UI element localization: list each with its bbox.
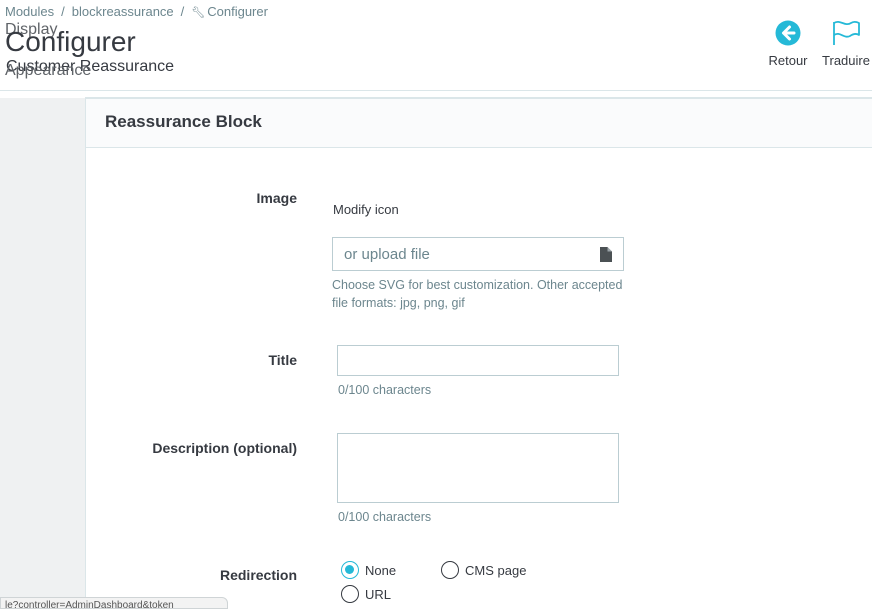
panel-title: Reassurance Block [105, 112, 262, 131]
image-label: Image [256, 190, 297, 206]
redirection-radio-url[interactable] [341, 585, 359, 603]
redirection-option-label: None [365, 563, 397, 578]
translate-button[interactable]: Traduire [820, 20, 872, 68]
overlap-label-appearance: Appearance [5, 62, 92, 79]
breadcrumb-item-module[interactable]: blockreassurance [72, 4, 174, 19]
breadcrumb-separator: / [180, 4, 185, 19]
upload-placeholder: or upload file [344, 246, 430, 263]
redirection-radio-none[interactable] [341, 561, 359, 579]
modify-icon-text[interactable]: Modify icon [333, 202, 399, 217]
file-icon[interactable] [600, 247, 612, 262]
image-help-line: Choose SVG for best customization. Other… [332, 278, 623, 292]
title-label: Title [268, 352, 297, 368]
translate-button-label: Traduire [822, 53, 870, 68]
breadcrumb-item-configure: Configurer [207, 4, 268, 19]
header-divider [0, 90, 872, 91]
redirection-label: Redirection [219, 567, 297, 583]
file-upload-input[interactable]: or upload file [332, 237, 624, 271]
arrow-left-circle-icon [775, 20, 801, 46]
image-help-line: file formats: jpg, png, gif [332, 296, 465, 310]
description-char-counter: 0/100 characters [338, 510, 432, 524]
redirection-option-label: CMS page [465, 563, 527, 578]
sidebar-gutter [0, 98, 85, 606]
redirection-radio-cms-page[interactable] [441, 561, 459, 579]
breadcrumb-item-modules[interactable]: Modules [5, 4, 54, 19]
breadcrumb: Modules / blockreassurance / 🔧︎ Configurer [5, 4, 268, 19]
back-button[interactable]: Retour [766, 20, 810, 68]
page-header: Modules / blockreassurance / 🔧︎ Configurer Di… [0, 0, 872, 90]
page-title: Configurer [5, 26, 136, 57]
flag-icon [833, 20, 860, 45]
wrench-icon: 🔧︎ [191, 7, 206, 19]
description-textarea[interactable] [337, 433, 619, 503]
back-button-label: Retour [768, 53, 808, 68]
browser-status-bar: le?controller=AdminDashboard&token [0, 597, 228, 609]
breadcrumb-separator: / [61, 4, 65, 19]
panel-header: Reassurance Block [86, 99, 872, 148]
image-help-text: Choose SVG for best customization. Other… [332, 276, 622, 312]
description-label: Description (optional) [152, 440, 297, 456]
title-input[interactable] [337, 345, 619, 376]
redirection-option-label: URL [365, 587, 392, 602]
title-char-counter: 0/100 characters [338, 383, 432, 397]
